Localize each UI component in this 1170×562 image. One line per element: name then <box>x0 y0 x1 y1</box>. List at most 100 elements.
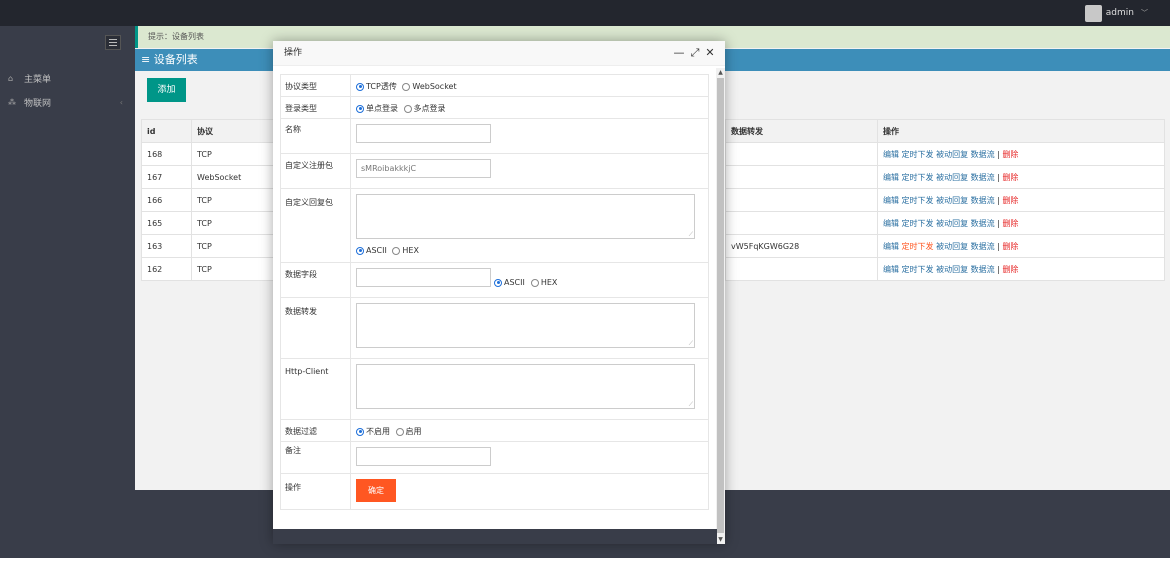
user-menu[interactable]: admin ﹀ <box>1084 4 1148 22</box>
passive-reply-link[interactable]: 被动回复 <box>936 219 968 228</box>
scroll-up-icon[interactable]: ▲ <box>716 68 725 77</box>
cell-forward <box>725 142 878 166</box>
data-field-label: 数据字段 <box>280 262 351 298</box>
register-packet-input[interactable]: sMRoibakkkjC <box>356 159 491 178</box>
edit-link[interactable]: 编辑 <box>883 219 899 228</box>
delete-link[interactable]: 删除 <box>1002 265 1018 274</box>
timed-send-link[interactable]: 定时下发 <box>902 242 934 251</box>
sidebar: ⌂ 主菜单 ⁂ 物联网 ‹ <box>0 26 135 560</box>
timed-send-link[interactable]: 定时下发 <box>902 265 934 274</box>
timed-send-link[interactable]: 定时下发 <box>902 196 934 205</box>
radio-unchecked-icon <box>403 104 412 113</box>
data-filter-label: 数据过滤 <box>280 419 351 442</box>
radio-label: WebSocket <box>412 82 457 91</box>
separator: | <box>997 218 1000 228</box>
radio-unchecked-icon <box>395 427 404 436</box>
data-stream-link[interactable]: 数据流 <box>971 219 995 228</box>
separator: | <box>997 195 1000 205</box>
dialog-body: 协议类型 TCP透传 WebSocket 登录类型 单点登录 多点登录 名称 自… <box>273 66 717 544</box>
data-stream-link[interactable]: 数据流 <box>971 196 995 205</box>
delete-link[interactable]: 删除 <box>1002 196 1018 205</box>
radio-field-ascii[interactable]: ASCII <box>494 278 525 287</box>
radio-reply-hex[interactable]: HEX <box>392 246 419 255</box>
note-label: 备注 <box>280 441 351 474</box>
cell-actions: 编辑 定时下发 被动回复 数据流 | 删除 <box>877 211 1165 235</box>
http-client-textarea[interactable] <box>356 364 695 409</box>
separator: | <box>997 149 1000 159</box>
passive-reply-link[interactable]: 被动回复 <box>936 196 968 205</box>
reply-packet-textarea[interactable] <box>356 194 695 239</box>
passive-reply-link[interactable]: 被动回复 <box>936 265 968 274</box>
scroll-down-icon[interactable]: ▼ <box>716 535 725 544</box>
separator: | <box>997 241 1000 251</box>
edit-link[interactable]: 编辑 <box>883 242 899 251</box>
delete-link[interactable]: 删除 <box>1002 173 1018 182</box>
sidebar-item-main-menu[interactable]: ⌂ 主菜单 <box>0 67 135 89</box>
timed-send-link[interactable]: 定时下发 <box>902 219 934 228</box>
sitemap-icon: ⁂ <box>8 97 16 107</box>
passive-reply-link[interactable]: 被动回复 <box>936 173 968 182</box>
cell-actions: 编辑 定时下发 被动回复 数据流 | 删除 <box>877 142 1165 166</box>
radio-reply-ascii[interactable]: ASCII <box>356 246 387 255</box>
data-stream-link[interactable]: 数据流 <box>971 150 995 159</box>
radio-label: HEX <box>402 246 419 255</box>
radio-single-login[interactable]: 单点登录 <box>356 103 398 114</box>
name-input[interactable] <box>356 124 491 143</box>
data-forward-textarea[interactable] <box>356 303 695 348</box>
sidebar-item-iot[interactable]: ⁂ 物联网 ‹ <box>0 91 135 113</box>
cell-id: 167 <box>141 165 192 189</box>
sidebar-item-label: 主菜单 <box>24 74 52 85</box>
avatar <box>1084 4 1102 22</box>
timed-send-link[interactable]: 定时下发 <box>902 150 934 159</box>
scroll-thumb[interactable] <box>717 78 724 533</box>
radio-tcp[interactable]: TCP透传 <box>356 81 397 92</box>
radio-label: 启用 <box>405 427 422 436</box>
radio-websocket[interactable]: WebSocket <box>402 82 457 91</box>
http-client-label: Http-Client <box>280 358 351 420</box>
close-icon[interactable]: ✕ <box>704 46 716 60</box>
data-field-input[interactable] <box>356 268 491 287</box>
radio-label: TCP透传 <box>366 82 397 91</box>
radio-label: 单点登录 <box>366 104 398 113</box>
radio-label: ASCII <box>366 246 387 255</box>
edit-link[interactable]: 编辑 <box>883 173 899 182</box>
data-stream-link[interactable]: 数据流 <box>971 265 995 274</box>
col-forward: 数据转发 <box>725 119 878 143</box>
cell-id: 168 <box>141 142 192 166</box>
add-button[interactable]: 添加 <box>147 78 186 102</box>
timed-send-link[interactable]: 定时下发 <box>902 173 934 182</box>
cell-actions: 编辑 定时下发 被动回复 数据流 | 删除 <box>877 188 1165 212</box>
radio-label: 不启用 <box>366 427 390 436</box>
edit-link[interactable]: 编辑 <box>883 265 899 274</box>
radio-field-hex[interactable]: HEX <box>530 278 557 287</box>
radio-unchecked-icon <box>402 82 411 91</box>
edit-link[interactable]: 编辑 <box>883 196 899 205</box>
menu-toggle-icon[interactable] <box>105 35 121 50</box>
name-label: 名称 <box>280 118 351 154</box>
radio-checked-icon <box>356 246 364 255</box>
delete-link[interactable]: 删除 <box>1002 150 1018 159</box>
minimize-icon[interactable]: — <box>673 46 685 60</box>
delete-link[interactable]: 删除 <box>1002 242 1018 251</box>
radio-checked-icon <box>356 427 364 436</box>
radio-filter-off[interactable]: 不启用 <box>356 426 390 437</box>
chevron-down-icon: ﹀ <box>1141 9 1148 17</box>
login-type-label: 登录类型 <box>280 96 351 119</box>
data-stream-link[interactable]: 数据流 <box>971 242 995 251</box>
passive-reply-link[interactable]: 被动回复 <box>936 242 968 251</box>
maximize-icon[interactable]: ⤢ <box>689 46 701 60</box>
note-input[interactable] <box>356 447 491 466</box>
radio-unchecked-icon <box>530 278 539 287</box>
cell-forward <box>725 257 878 281</box>
delete-link[interactable]: 删除 <box>1002 219 1018 228</box>
data-stream-link[interactable]: 数据流 <box>971 173 995 182</box>
radio-filter-on[interactable]: 启用 <box>395 426 422 437</box>
reply-packet-label: 自定义回复包 <box>280 188 351 263</box>
radio-multi-login[interactable]: 多点登录 <box>403 103 446 114</box>
dialog-scrollbar[interactable]: ▲ ▼ <box>716 68 725 544</box>
confirm-button[interactable]: 确定 <box>356 479 396 502</box>
edit-link[interactable]: 编辑 <box>883 150 899 159</box>
passive-reply-link[interactable]: 被动回复 <box>936 150 968 159</box>
operation-dialog: 操作 — ⤢ ✕ 协议类型 TCP透传 WebSocket 登录类型 单点登录 … <box>273 41 725 544</box>
cell-actions: 编辑 定时下发 被动回复 数据流 | 删除 <box>877 257 1165 281</box>
